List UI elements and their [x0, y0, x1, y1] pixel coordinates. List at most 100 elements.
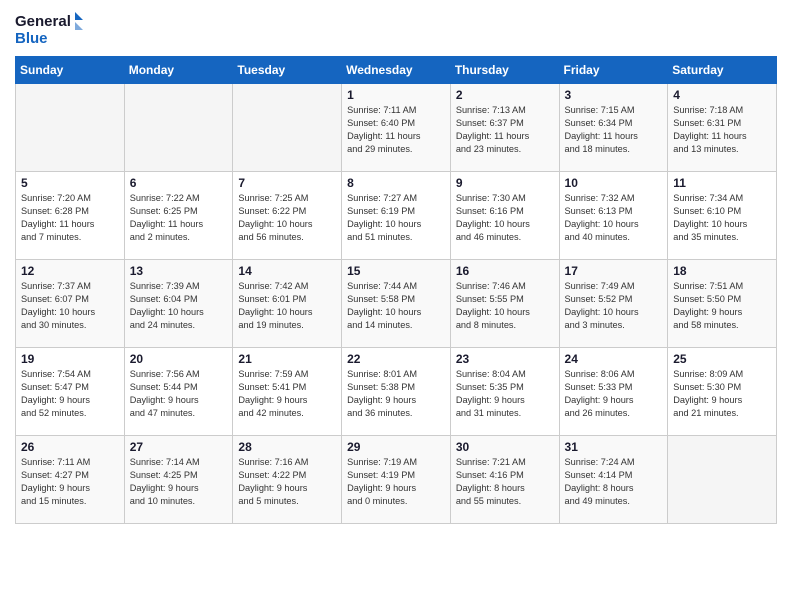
cell-content: Sunrise: 7:44 AM Sunset: 5:58 PM Dayligh…: [347, 280, 445, 332]
cell-content: Sunrise: 7:39 AM Sunset: 6:04 PM Dayligh…: [130, 280, 228, 332]
cell-content: Sunrise: 7:16 AM Sunset: 4:22 PM Dayligh…: [238, 456, 336, 508]
day-number: 14: [238, 264, 336, 278]
day-number: 16: [456, 264, 554, 278]
cell-content: Sunrise: 7:56 AM Sunset: 5:44 PM Dayligh…: [130, 368, 228, 420]
day-number: 21: [238, 352, 336, 366]
day-header-friday: Friday: [559, 57, 668, 84]
cell-content: Sunrise: 7:15 AM Sunset: 6:34 PM Dayligh…: [565, 104, 663, 156]
day-number: 9: [456, 176, 554, 190]
calendar-cell: [233, 84, 342, 172]
day-number: 19: [21, 352, 119, 366]
day-number: 20: [130, 352, 228, 366]
cell-content: Sunrise: 7:24 AM Sunset: 4:14 PM Dayligh…: [565, 456, 663, 508]
day-number: 26: [21, 440, 119, 454]
day-header-tuesday: Tuesday: [233, 57, 342, 84]
day-number: 7: [238, 176, 336, 190]
calendar-cell: 3 Sunrise: 7:15 AM Sunset: 6:34 PM Daylig…: [559, 84, 668, 172]
cell-content: Sunrise: 7:11 AM Sunset: 4:27 PM Dayligh…: [21, 456, 119, 508]
calendar-cell: 20 Sunrise: 7:56 AM Sunset: 5:44 PM Dayli…: [124, 348, 233, 436]
calendar-cell: 9 Sunrise: 7:30 AM Sunset: 6:16 PM Daylig…: [450, 172, 559, 260]
week-row-2: 5Sunrise: 7:20 AM Sunset: 6:28 PM Daylig…: [16, 172, 777, 260]
cell-content: Sunrise: 7:46 AM Sunset: 5:55 PM Dayligh…: [456, 280, 554, 332]
day-number: 11: [673, 176, 771, 190]
week-row-5: 26 Sunrise: 7:11 AM Sunset: 4:27 PM Dayli…: [16, 436, 777, 524]
calendar-cell: 16 Sunrise: 7:46 AM Sunset: 5:55 PM Dayli…: [450, 260, 559, 348]
day-number: 15: [347, 264, 445, 278]
cell-content: Sunrise: 8:09 AM Sunset: 5:30 PM Dayligh…: [673, 368, 771, 420]
cell-content: Sunrise: 7:49 AM Sunset: 5:52 PM Dayligh…: [565, 280, 663, 332]
day-headers-row: SundayMondayTuesdayWednesdayThursdayFrid…: [16, 57, 777, 84]
week-row-4: 19 Sunrise: 7:54 AM Sunset: 5:47 PM Dayli…: [16, 348, 777, 436]
cell-content: Sunrise: 7:22 AM Sunset: 6:25 PM Dayligh…: [130, 192, 228, 244]
svg-text:Blue: Blue: [15, 30, 48, 47]
day-number: 18: [673, 264, 771, 278]
day-number: 4: [673, 88, 771, 102]
calendar-cell: 4 Sunrise: 7:18 AM Sunset: 6:31 PM Daylig…: [668, 84, 777, 172]
calendar-cell: 19 Sunrise: 7:54 AM Sunset: 5:47 PM Dayli…: [16, 348, 125, 436]
day-number: 3: [565, 88, 663, 102]
day-number: 23: [456, 352, 554, 366]
day-number: 17: [565, 264, 663, 278]
calendar-cell: 26 Sunrise: 7:11 AM Sunset: 4:27 PM Dayli…: [16, 436, 125, 524]
week-row-3: 12 Sunrise: 7:37 AM Sunset: 6:07 PM Dayli…: [16, 260, 777, 348]
calendar-cell: 29 Sunrise: 7:19 AM Sunset: 4:19 PM Dayli…: [342, 436, 451, 524]
cell-content: Sunrise: 7:59 AM Sunset: 5:41 PM Dayligh…: [238, 368, 336, 420]
day-number: 25: [673, 352, 771, 366]
calendar-cell: [16, 84, 125, 172]
day-number: 10: [565, 176, 663, 190]
cell-content: Sunrise: 7:30 AM Sunset: 6:16 PM Dayligh…: [456, 192, 554, 244]
calendar-cell: 18 Sunrise: 7:51 AM Sunset: 5:50 PM Dayli…: [668, 260, 777, 348]
logo: GeneralBlue: [15, 10, 95, 48]
cell-content: Sunrise: 7:19 AM Sunset: 4:19 PM Dayligh…: [347, 456, 445, 508]
day-number: 13: [130, 264, 228, 278]
calendar-cell: 21 Sunrise: 7:59 AM Sunset: 5:41 PM Dayli…: [233, 348, 342, 436]
cell-content: Sunrise: 7:27 AM Sunset: 6:19 PM Dayligh…: [347, 192, 445, 244]
day-number: 22: [347, 352, 445, 366]
cell-content: Sunrise: 7:18 AM Sunset: 6:31 PM Dayligh…: [673, 104, 771, 156]
calendar-cell: 15 Sunrise: 7:44 AM Sunset: 5:58 PM Dayli…: [342, 260, 451, 348]
svg-text:General: General: [15, 13, 71, 30]
calendar-cell: 31Sunrise: 7:24 AM Sunset: 4:14 PM Dayli…: [559, 436, 668, 524]
cell-content: Sunrise: 7:11 AM Sunset: 6:40 PM Dayligh…: [347, 104, 445, 156]
cell-content: Sunrise: 7:21 AM Sunset: 4:16 PM Dayligh…: [456, 456, 554, 508]
calendar-cell: 5Sunrise: 7:20 AM Sunset: 6:28 PM Daylig…: [16, 172, 125, 260]
day-number: 30: [456, 440, 554, 454]
calendar-cell: 13 Sunrise: 7:39 AM Sunset: 6:04 PM Dayli…: [124, 260, 233, 348]
day-header-thursday: Thursday: [450, 57, 559, 84]
cell-content: Sunrise: 7:32 AM Sunset: 6:13 PM Dayligh…: [565, 192, 663, 244]
day-header-sunday: Sunday: [16, 57, 125, 84]
cell-content: Sunrise: 7:14 AM Sunset: 4:25 PM Dayligh…: [130, 456, 228, 508]
calendar-cell: 27Sunrise: 7:14 AM Sunset: 4:25 PM Dayli…: [124, 436, 233, 524]
calendar-cell: 25 Sunrise: 8:09 AM Sunset: 5:30 PM Dayli…: [668, 348, 777, 436]
calendar-cell: 30 Sunrise: 7:21 AM Sunset: 4:16 PM Dayli…: [450, 436, 559, 524]
calendar-cell: [668, 436, 777, 524]
day-number: 12: [21, 264, 119, 278]
calendar-cell: 17 Sunrise: 7:49 AM Sunset: 5:52 PM Dayli…: [559, 260, 668, 348]
cell-content: Sunrise: 7:51 AM Sunset: 5:50 PM Dayligh…: [673, 280, 771, 332]
cell-content: Sunrise: 8:04 AM Sunset: 5:35 PM Dayligh…: [456, 368, 554, 420]
cell-content: Sunrise: 7:37 AM Sunset: 6:07 PM Dayligh…: [21, 280, 119, 332]
day-number: 29: [347, 440, 445, 454]
calendar-table: SundayMondayTuesdayWednesdayThursdayFrid…: [15, 56, 777, 524]
calendar-cell: 2Sunrise: 7:13 AM Sunset: 6:37 PM Daylig…: [450, 84, 559, 172]
calendar-cell: 6 Sunrise: 7:22 AM Sunset: 6:25 PM Daylig…: [124, 172, 233, 260]
cell-content: Sunrise: 7:20 AM Sunset: 6:28 PM Dayligh…: [21, 192, 119, 244]
page-header: GeneralBlue: [15, 10, 777, 48]
calendar-cell: 24 Sunrise: 8:06 AM Sunset: 5:33 PM Dayli…: [559, 348, 668, 436]
logo-svg: GeneralBlue: [15, 10, 95, 48]
day-number: 6: [130, 176, 228, 190]
day-number: 28: [238, 440, 336, 454]
cell-content: Sunrise: 7:54 AM Sunset: 5:47 PM Dayligh…: [21, 368, 119, 420]
cell-content: Sunrise: 7:34 AM Sunset: 6:10 PM Dayligh…: [673, 192, 771, 244]
calendar-cell: [124, 84, 233, 172]
day-header-saturday: Saturday: [668, 57, 777, 84]
calendar-cell: 23 Sunrise: 8:04 AM Sunset: 5:35 PM Dayli…: [450, 348, 559, 436]
day-number: 24: [565, 352, 663, 366]
day-number: 1: [347, 88, 445, 102]
cell-content: Sunrise: 8:06 AM Sunset: 5:33 PM Dayligh…: [565, 368, 663, 420]
calendar-cell: 8 Sunrise: 7:27 AM Sunset: 6:19 PM Daylig…: [342, 172, 451, 260]
calendar-cell: 1 Sunrise: 7:11 AM Sunset: 6:40 PM Daylig…: [342, 84, 451, 172]
day-number: 8: [347, 176, 445, 190]
week-row-1: 1 Sunrise: 7:11 AM Sunset: 6:40 PM Daylig…: [16, 84, 777, 172]
calendar-cell: 10 Sunrise: 7:32 AM Sunset: 6:13 PM Dayli…: [559, 172, 668, 260]
